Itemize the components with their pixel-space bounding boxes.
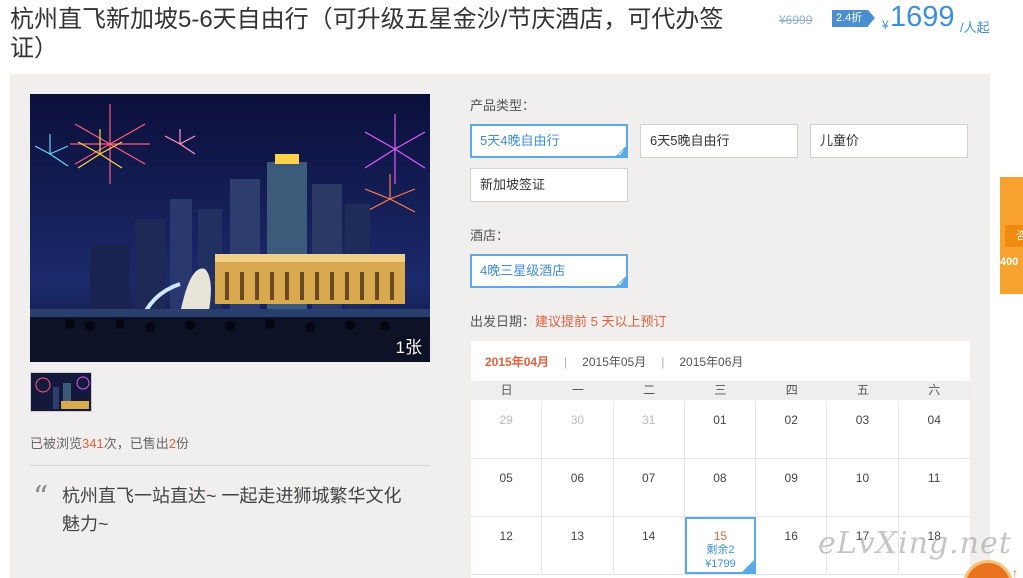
calendar-day: 04 bbox=[927, 413, 941, 427]
photo-thumbnail[interactable] bbox=[30, 372, 92, 412]
calendar-day: 01 bbox=[685, 401, 757, 458]
weekday-fri: 五 bbox=[856, 383, 869, 397]
divider bbox=[30, 465, 430, 466]
hotel-option-3star[interactable]: 4晚三星级酒店 ✓ bbox=[470, 254, 628, 288]
weekday-sun: 日 bbox=[500, 383, 513, 397]
weekday-sat: 六 bbox=[928, 383, 941, 397]
calendar-week: 05 06 07 08 09 10 11 bbox=[471, 459, 970, 517]
day-number: 15 bbox=[713, 529, 728, 543]
viewed-prefix: 已被浏览 bbox=[30, 436, 83, 451]
main-photo[interactable]: 1张 bbox=[30, 94, 430, 362]
month-tabs: 2015年04月 | 2015年05月 | 2015年06月 bbox=[485, 353, 743, 370]
singapore-night-image bbox=[30, 94, 430, 362]
calendar-day: 09 bbox=[756, 459, 828, 516]
calendar-day: 30 bbox=[542, 401, 614, 458]
calendar-day: 07 bbox=[614, 459, 685, 516]
month-tab-2015-05[interactable]: 2015年05月 bbox=[582, 353, 646, 370]
currency-symbol: ¥ bbox=[882, 18, 889, 32]
original-price: ¥6999 bbox=[779, 13, 813, 27]
sold-suffix: 份 bbox=[175, 436, 189, 451]
calendar-week: 29 30 31 01 02 03 04 bbox=[471, 401, 970, 459]
product-type-option-child[interactable]: 儿童价 bbox=[810, 124, 968, 158]
option-label: 儿童价 bbox=[820, 133, 860, 148]
viewed-count: 341 bbox=[82, 436, 104, 451]
weekday-wed: 三 bbox=[714, 383, 727, 397]
calendar-day: 31 bbox=[614, 401, 685, 458]
weekday-tue: 二 bbox=[643, 383, 656, 397]
current-price: 1699 bbox=[890, 1, 955, 33]
photo-count: 1张 bbox=[395, 338, 422, 357]
day-price: ¥1799 bbox=[705, 558, 736, 570]
check-icon: ✓ bbox=[617, 148, 625, 158]
month-tab-2015-04[interactable]: 2015年04月 bbox=[485, 353, 549, 370]
calendar-day: 10 bbox=[827, 459, 899, 516]
price-unit: /人起 bbox=[960, 20, 990, 35]
remaining-seats: 剩余2 bbox=[706, 544, 735, 556]
consult-side-tab[interactable]: 咨 400 bbox=[1000, 177, 1023, 294]
quote-icon: “ bbox=[33, 480, 49, 515]
calendar-day: 08 bbox=[685, 459, 757, 516]
month-separator: | bbox=[564, 355, 568, 369]
product-type-option-6d5n[interactable]: 6天5晚自由行 bbox=[640, 124, 798, 158]
hotline-number: 400 bbox=[1000, 256, 1019, 268]
product-highlight: 杭州直飞一站直达~ 一起走进狮城繁华文化魅力~ bbox=[62, 486, 402, 534]
consult-label: 咨 bbox=[1005, 225, 1023, 247]
viewed-suffix: 次，已售出 bbox=[103, 436, 169, 451]
month-tab-2015-06[interactable]: 2015年06月 bbox=[679, 353, 743, 370]
booking-hint: 建议提前 5 天以上预订 bbox=[535, 314, 667, 329]
product-title: 杭州直飞新加坡5-6天自由行（可升级五星金沙/节庆酒店，可代办签证） bbox=[10, 6, 724, 62]
calendar-day: 11 bbox=[927, 471, 941, 485]
departure-label-text: 出发日期： bbox=[470, 314, 536, 329]
calendar-day: 29 bbox=[471, 401, 543, 458]
hotel-label: 酒店： bbox=[470, 228, 510, 243]
departure-date-label: 出发日期：建议提前 5 天以上预订 bbox=[470, 311, 666, 330]
weekday-mon: 一 bbox=[571, 383, 584, 397]
option-label: 6天5晚自由行 bbox=[650, 133, 730, 148]
calendar-day: 16 bbox=[756, 517, 828, 574]
calendar-day: 06 bbox=[542, 459, 614, 516]
calendar-day: 05 bbox=[471, 459, 543, 516]
sold-count: 2 bbox=[168, 436, 176, 451]
product-type-option-5d4n[interactable]: 5天4晚自由行 ✓ bbox=[470, 124, 628, 158]
product-type-option-visa[interactable]: 新加坡签证 bbox=[470, 168, 628, 202]
thumbnail-image bbox=[31, 373, 91, 411]
option-label: 4晚三星级酒店 bbox=[480, 263, 566, 278]
month-separator: | bbox=[661, 355, 665, 369]
product-type-label: 产品类型： bbox=[470, 98, 536, 113]
discount-badge: 2.4折 bbox=[832, 10, 876, 27]
option-label: 5天4晚自由行 bbox=[480, 133, 560, 148]
calendar-day: 03 bbox=[827, 401, 899, 458]
calendar-day: 02 bbox=[756, 401, 828, 458]
option-label: 新加坡签证 bbox=[480, 177, 546, 192]
view-sales-stats: 已被浏览341次，已售出2份 bbox=[30, 433, 189, 452]
weekday-thu: 四 bbox=[785, 383, 798, 397]
calendar-day-available[interactable]: 15 剩余2 ¥1799 bbox=[684, 517, 757, 574]
calendar-day: 12 bbox=[471, 517, 543, 574]
check-icon: ✓ bbox=[617, 278, 625, 288]
calendar-day: 13 bbox=[542, 517, 614, 574]
weekday-header: 日 一 二 三 四 五 六 bbox=[471, 381, 970, 400]
site-watermark: eLvXing.net bbox=[818, 526, 1012, 561]
arrow-up-icon[interactable]: ↑ bbox=[1012, 566, 1018, 578]
calendar-day: 14 bbox=[614, 517, 685, 574]
